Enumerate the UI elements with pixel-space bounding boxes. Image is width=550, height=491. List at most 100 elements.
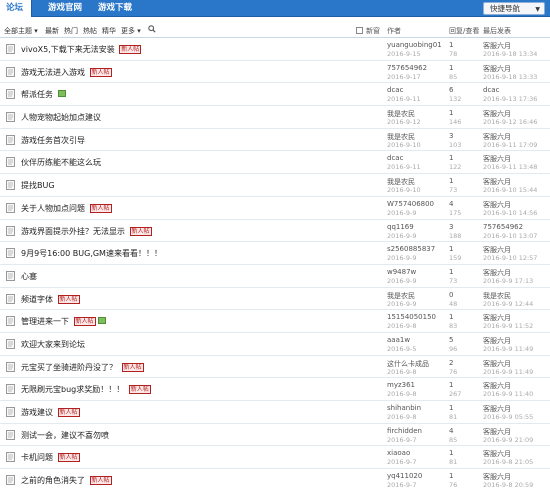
filter-all-threads[interactable]: 全部主题 ▾ [4, 26, 38, 36]
thread-title[interactable]: 帮派任务 [21, 90, 53, 99]
thread-title[interactable]: 测试一会，建议不喜勿喷 [21, 431, 109, 440]
last-post-time[interactable]: 2016-9-8 20:59 [483, 481, 533, 489]
thread-title-wrap: 无限刷元宝bug求奖励！！！ 新人帖 [21, 384, 151, 395]
thread-row[interactable]: 关于人物加点问题 新人帖 W757406800 2016-9-9 4 175 客… [0, 197, 550, 220]
thread-title[interactable]: 欢迎大家来到论坛 [21, 340, 85, 349]
thread-date: 2016-9-7 [387, 481, 417, 490]
last-post-time[interactable]: 2016-9-11 13:48 [483, 163, 537, 171]
last-post-time[interactable]: 2016-9-10 15:44 [483, 186, 537, 194]
last-post-time[interactable]: 2016-9-10 13:07 [483, 232, 537, 240]
thread-row[interactable]: 卡机问题 新人帖 xiaoao 2016-9-7 1 81 客服六月 2016-… [0, 446, 550, 470]
thread-date: 2016-9-12 [387, 118, 421, 127]
last-post-time[interactable]: 2016-9-9 21:09 [483, 436, 533, 444]
thread-author[interactable]: yuanguobing01 [387, 41, 442, 49]
thread-title[interactable]: 频道字体 [21, 295, 53, 304]
thread-row[interactable]: 游戏任务首次引导 我是农民 2016-9-10 3 103 客服六月 2016-… [0, 129, 550, 152]
filter-more[interactable]: 更多 ▾ [121, 26, 141, 36]
thread-author[interactable]: W757406800 [387, 200, 434, 208]
thread-row[interactable]: 游戏界面提示外挂？无法显示 新人帖 qq1169 2016-9-9 3 188 … [0, 220, 550, 243]
quick-nav-button[interactable]: 快捷导航 ▼ [483, 2, 545, 15]
thread-author[interactable]: aaa1w [387, 336, 410, 344]
last-post-time[interactable]: 2016-9-9 11:49 [483, 368, 533, 376]
last-post-time[interactable]: 2016-9-18 13:33 [483, 73, 537, 81]
thread-title[interactable]: 关于人物加点问题 [21, 204, 85, 213]
thread-title[interactable]: 元宝买了坐骑进阶丹没了？ [21, 363, 117, 372]
thread-title[interactable]: 人物宠物起始加点建议 [21, 113, 101, 122]
thread-row[interactable]: 伙伴历练能不能这么玩 dcac 2016-9-11 1 122 客服六月 201… [0, 151, 550, 175]
thread-title[interactable]: vivoX5,下载下来无法安装 [21, 45, 115, 54]
last-post-user[interactable]: dcac [483, 86, 499, 94]
thread-title[interactable]: 卡机问题 [21, 453, 53, 462]
thread-row[interactable]: vivoX5,下载下来无法安装 新人帖 yuanguobing01 2016-9… [0, 38, 550, 61]
thread-row[interactable]: 人物宠物起始加点建议 我是农民 2016-9-12 1 146 客服六月 201… [0, 106, 550, 129]
thread-row[interactable]: 提找BUG 我是农民 2016-9-10 1 73 客服六月 2016-9-10… [0, 174, 550, 197]
last-post-time[interactable]: 2016-9-9 05:55 [483, 413, 533, 421]
thread-title[interactable]: 管理进来一下 [21, 317, 69, 326]
last-post-time[interactable]: 2016-9-13 17:36 [483, 95, 537, 103]
thread-title[interactable]: 无限刷元宝bug求奖励！！！ [21, 385, 124, 394]
thread-author[interactable]: dcac [387, 86, 403, 94]
filter-digest[interactable]: 精华 [102, 26, 116, 36]
filter-latest[interactable]: 最新 [45, 26, 59, 36]
thread-author[interactable]: yq411020 [387, 472, 422, 480]
last-post-time[interactable]: 2016-9-10 12:57 [483, 254, 537, 262]
thread-row[interactable]: 元宝买了坐骑进阶丹没了？ 新人帖 这什么卡成品 2016-9-8 2 76 客服… [0, 356, 550, 379]
last-post-time[interactable]: 2016-9-10 14:56 [483, 209, 537, 217]
thread-author[interactable]: dcac [387, 154, 403, 162]
thread-author[interactable]: s2560885837 [387, 245, 435, 253]
thread-title[interactable]: 游戏无法进入游戏 [21, 68, 85, 77]
thread-row[interactable]: 欢迎大家来到论坛 aaa1w 2016-9-5 5 96 客服六月 2016-9… [0, 333, 550, 356]
tab-official-site[interactable]: 游戏官网 [42, 0, 88, 17]
tab-game-download[interactable]: 游戏下载 [92, 0, 138, 17]
thread-title[interactable]: 游戏任务首次引导 [21, 136, 85, 145]
document-icon [6, 134, 15, 145]
thread-title[interactable]: 游戏建议 [21, 408, 53, 417]
thread-row[interactable]: 频道字体 新人帖 我是农民 2016-9-9 0 48 我是农民 2016-9-… [0, 288, 550, 311]
search-icon[interactable] [148, 25, 156, 33]
last-post-time[interactable]: 2016-9-9 11:40 [483, 390, 533, 398]
thread-title[interactable]: 心塞 [21, 272, 37, 281]
thread-row[interactable]: 9月9号16:00 BUG,GM速来看看！！！ s2560885837 2016… [0, 242, 550, 265]
last-post-time[interactable]: 2016-9-9 17:13 [483, 277, 533, 285]
thread-row[interactable]: 之前的角色消失了 新人帖 yq411020 2016-9-7 1 76 客服六月… [0, 469, 550, 491]
thread-date: 2016-9-9 [387, 254, 417, 263]
thread-author[interactable]: shihanbin [387, 404, 421, 412]
thread-title[interactable]: 9月9号16:00 BUG,GM速来看看！！！ [21, 249, 162, 258]
thread-row[interactable]: 无限刷元宝bug求奖励！！！ 新人帖 myz361 2016-9-8 1 267… [0, 378, 550, 401]
last-post-time[interactable]: 2016-9-9 11:52 [483, 322, 533, 330]
thread-author[interactable]: firchidden [387, 427, 422, 435]
thread-row[interactable]: 游戏建议 新人帖 shihanbin 2016-9-8 1 81 客服六月 20… [0, 401, 550, 424]
document-icon [6, 225, 15, 236]
thread-author[interactable]: 15154050150 [387, 313, 436, 321]
new-window-checkbox[interactable] [356, 27, 363, 34]
thread-author[interactable]: xiaoao [387, 449, 410, 457]
tab-forum[interactable]: 论坛 [0, 0, 32, 17]
thread-author[interactable]: w9487w [387, 268, 416, 276]
new-user-badge: 新人帖 [121, 362, 144, 372]
thread-title[interactable]: 之前的角色消失了 [21, 476, 85, 485]
thread-author[interactable]: 757654962 [387, 64, 427, 72]
last-post-time[interactable]: 2016-9-18 13:34 [483, 50, 537, 58]
thread-row[interactable]: 心塞 w9487w 2016-9-9 1 73 客服六月 2016-9-9 17… [0, 265, 550, 288]
thread-views: 73 [449, 186, 458, 195]
last-post-user[interactable]: 757654962 [483, 223, 523, 231]
thread-title[interactable]: 游戏界面提示外挂？无法显示 [21, 227, 125, 236]
last-post-time[interactable]: 2016-9-9 11:49 [483, 345, 533, 353]
thread-row[interactable]: 管理进来一下 新人帖 15154050150 2016-9-8 1 83 客服六… [0, 310, 550, 333]
thread-author[interactable]: myz361 [387, 381, 415, 389]
new-user-badge: 新人帖 [89, 476, 112, 486]
last-post-time[interactable]: 2016-9-12 16:46 [483, 118, 537, 126]
thread-title[interactable]: 伙伴历练能不能这么玩 [21, 158, 101, 167]
document-icon [6, 270, 15, 281]
filter-hot[interactable]: 热门 [64, 26, 78, 36]
filter-heat[interactable]: 热帖 [83, 26, 97, 36]
thread-title[interactable]: 提找BUG [21, 181, 55, 190]
thread-row[interactable]: 游戏无法进入游戏 新人帖 757654962 2016-9-17 1 85 客服… [0, 61, 550, 84]
last-post-time[interactable]: 2016-9-9 12:44 [483, 300, 533, 308]
thread-row[interactable]: 测试一会，建议不喜勿喷 firchidden 2016-9-7 4 85 客服六… [0, 424, 550, 447]
thread-row[interactable]: 帮派任务 dcac 2016-9-11 6 132 dcac 2016-9-13… [0, 83, 550, 107]
last-post-time[interactable]: 2016-9-11 17:09 [483, 141, 537, 149]
thread-title-wrap: 卡机问题 新人帖 [21, 452, 80, 463]
thread-author[interactable]: qq1169 [387, 223, 414, 231]
last-post-time[interactable]: 2016-9-8 21:05 [483, 458, 533, 466]
